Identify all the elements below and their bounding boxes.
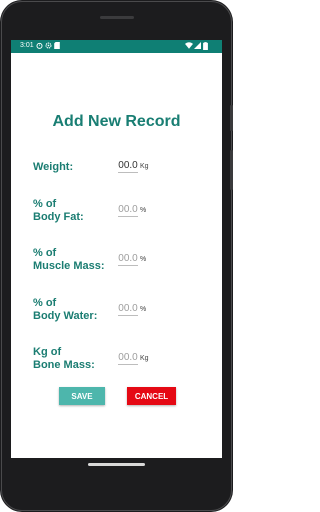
body-fat-input[interactable]: 00.0 xyxy=(118,204,138,217)
body-fat-label: % of Body Fat: xyxy=(33,198,84,223)
volume-button xyxy=(230,150,233,190)
body-fat-unit: % xyxy=(140,207,147,214)
weight-input[interactable]: 00.0 xyxy=(118,160,138,173)
gesture-nav-bar xyxy=(0,458,233,498)
bone-mass-label: Kg of Bone Mass: xyxy=(33,346,95,371)
power-button xyxy=(230,105,233,131)
page-title: Add New Record xyxy=(52,113,181,130)
cancel-button[interactable]: CANCEL xyxy=(127,387,176,405)
settings-icon xyxy=(45,42,52,52)
weight-label: Weight: xyxy=(33,161,74,173)
form-content: Add New Record Weight: 00.0 Kg % of Body… xyxy=(11,53,222,458)
home-gesture-handle[interactable] xyxy=(88,463,145,466)
status-bar: 3:01 xyxy=(11,40,222,53)
phone-frame: 3:01 Add New Record Weight: 00.0 Kg % of… xyxy=(0,0,233,512)
sd-card-icon xyxy=(54,42,60,52)
bone-mass-unit: Kg xyxy=(140,355,149,362)
muscle-mass-unit: % xyxy=(140,256,147,263)
app-screen: 3:01 Add New Record Weight: 00.0 Kg % of… xyxy=(11,40,222,458)
earpiece-speaker xyxy=(100,16,134,19)
wifi-icon xyxy=(185,42,193,52)
bone-mass-input[interactable]: 00.0 xyxy=(118,352,138,365)
body-water-unit: % xyxy=(140,306,147,313)
status-time: 3:01 xyxy=(20,42,34,49)
alarm-icon xyxy=(36,42,43,52)
body-water-label: % of Body Water: xyxy=(33,297,98,322)
muscle-mass-input[interactable]: 00.0 xyxy=(118,253,138,266)
battery-icon xyxy=(203,42,208,53)
weight-unit: Kg xyxy=(140,163,149,170)
signal-icon xyxy=(194,42,201,52)
body-water-input[interactable]: 00.0 xyxy=(118,303,138,316)
muscle-mass-label: % of Muscle Mass: xyxy=(33,247,105,272)
save-button[interactable]: SAVE xyxy=(59,387,105,405)
